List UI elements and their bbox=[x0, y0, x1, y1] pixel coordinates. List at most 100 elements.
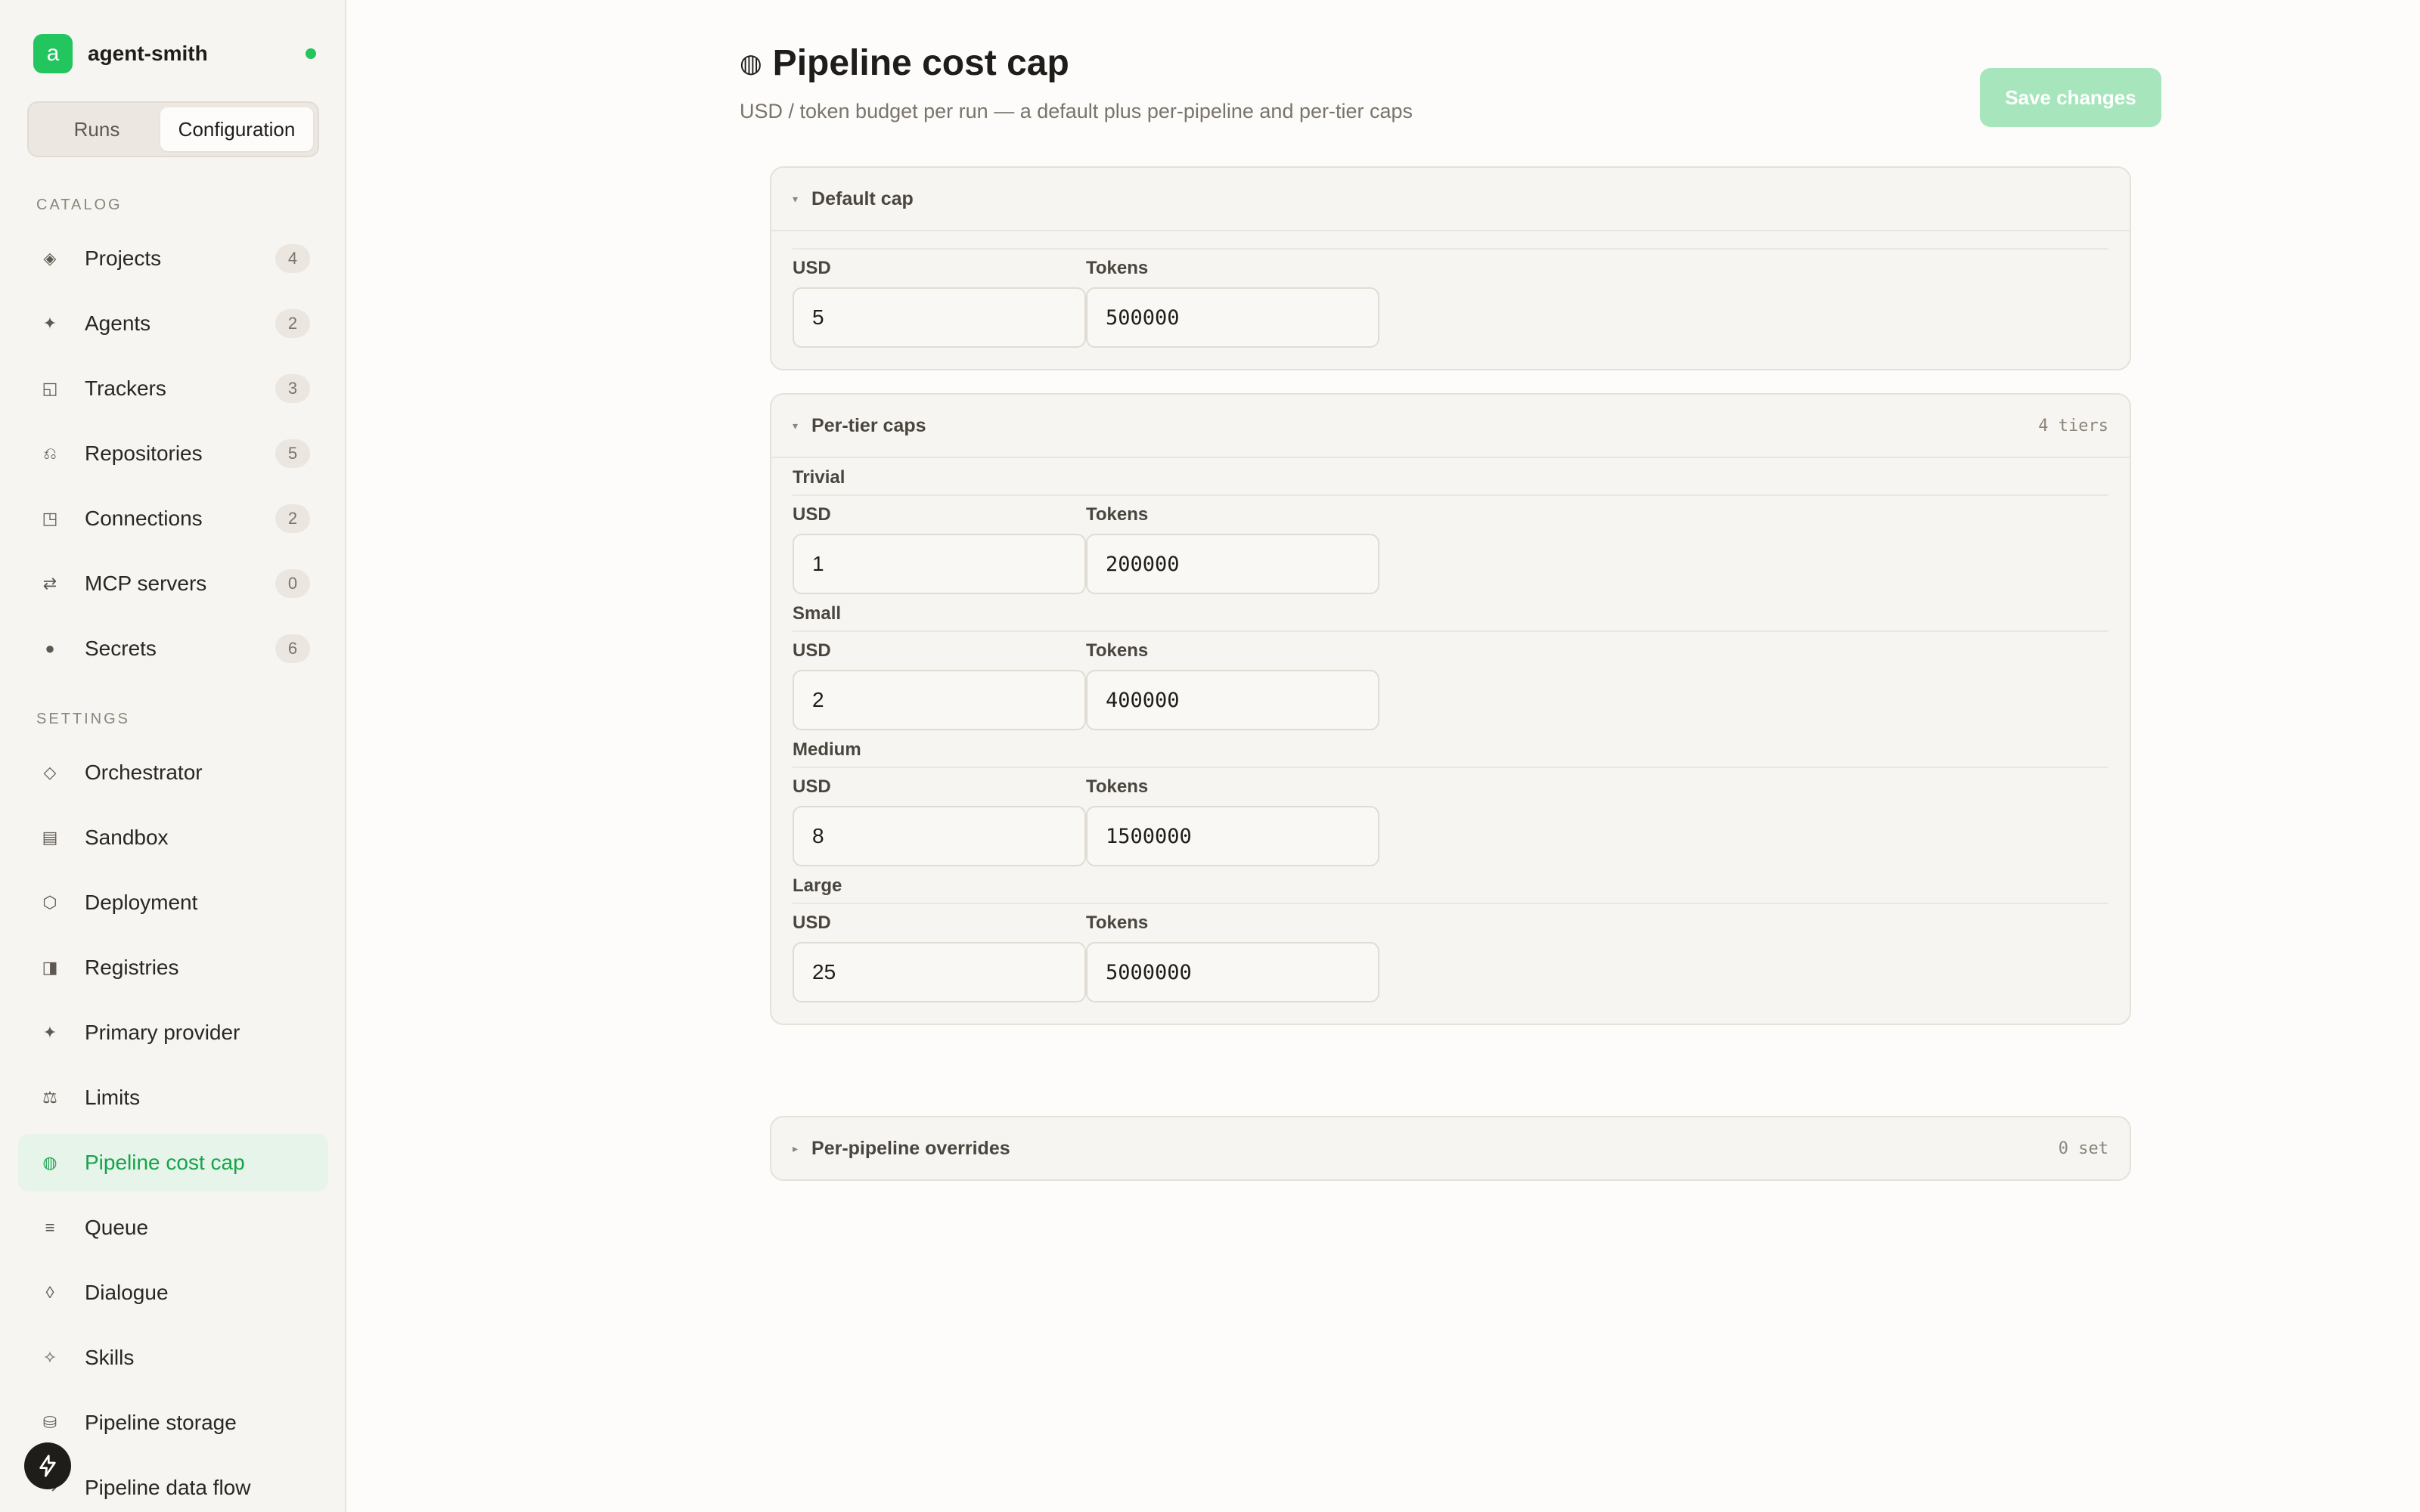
bolt-icon[interactable] bbox=[24, 1442, 71, 1489]
field-label: USD bbox=[793, 504, 831, 525]
sidebar-item-agents[interactable]: ✦ Agents 2 bbox=[18, 295, 328, 352]
trivial-usd-input[interactable] bbox=[793, 534, 1086, 594]
coin-icon: ◍ bbox=[740, 48, 762, 78]
sidebar-item-label: Registries bbox=[85, 956, 179, 979]
sidebar-item-label: Projects bbox=[85, 246, 162, 270]
tab-configuration[interactable]: Configuration bbox=[160, 107, 313, 151]
chevron-down-icon: ▾ bbox=[793, 419, 799, 432]
small-usd-input[interactable] bbox=[793, 670, 1086, 730]
sidebar-item-limits[interactable]: ⚖ Limits bbox=[18, 1069, 328, 1126]
default-cap-header[interactable]: ▾ Default cap bbox=[771, 168, 2130, 231]
sparkle-icon: ✦ bbox=[42, 314, 57, 333]
tier-label: Trivial bbox=[793, 458, 2108, 496]
view-switch: Runs Configuration bbox=[27, 101, 319, 157]
sidebar-item-label: Dialogue bbox=[85, 1281, 169, 1304]
sidebar-item-registries[interactable]: ◨ Registries bbox=[18, 939, 328, 996]
field-label: USD bbox=[793, 258, 831, 278]
sidebar-item-mcp-servers[interactable]: ⇄ MCP servers 0 bbox=[18, 555, 328, 612]
tier-caps-panel: ▾ Per-tier caps 4 tiers Trivial USD Toke… bbox=[770, 393, 2131, 1025]
field-label: Tokens bbox=[1086, 504, 1149, 525]
default-tokens-input[interactable] bbox=[1086, 287, 1379, 348]
save-button[interactable]: Save changes bbox=[1980, 68, 2161, 127]
main-content: ◍ Pipeline cost cap USD / token budget p… bbox=[346, 0, 2420, 1512]
arrows-icon: ⇄ bbox=[42, 574, 57, 593]
workspace-name: agent-smith bbox=[88, 42, 208, 65]
sidebar-item-pipeline-storage[interactable]: ⛁ Pipeline storage bbox=[18, 1394, 328, 1452]
sidebar-item-label: Queue bbox=[85, 1216, 149, 1239]
tier-count: 4 tiers bbox=[2038, 416, 2108, 435]
trivial-tokens-input[interactable] bbox=[1086, 534, 1379, 594]
tab-runs[interactable]: Runs bbox=[33, 107, 160, 151]
tokens-field: Tokens bbox=[1086, 904, 1379, 1002]
scale-icon: ⚖ bbox=[42, 1088, 57, 1107]
usd-field: USD bbox=[793, 904, 1086, 1002]
online-status-dot bbox=[306, 48, 316, 59]
tokens-field: Tokens bbox=[1086, 632, 1379, 730]
count-badge: 5 bbox=[275, 439, 310, 468]
default-cap-body: USD Tokens bbox=[771, 231, 2130, 369]
tier-caps-header[interactable]: ▾ Per-tier caps 4 tiers bbox=[771, 395, 2130, 458]
default-usd-input[interactable] bbox=[793, 287, 1086, 348]
sidebar-item-secrets[interactable]: ● Secrets 6 bbox=[18, 620, 328, 677]
page-title: Pipeline cost cap bbox=[772, 43, 1069, 83]
panel-title: Per-pipeline overrides bbox=[811, 1137, 1010, 1159]
sidebar-item-label: Trackers bbox=[85, 376, 166, 400]
large-tokens-input[interactable] bbox=[1086, 942, 1379, 1002]
default-cap-panel: ▾ Default cap USD Tokens bbox=[770, 166, 2131, 370]
field-row: USD Tokens bbox=[793, 904, 2108, 1002]
panel-title: Default cap bbox=[811, 187, 914, 209]
sidebar-item-projects[interactable]: ◈ Projects 4 bbox=[18, 230, 328, 287]
workspace-switcher[interactable]: a agent-smith bbox=[33, 33, 321, 74]
sidebar-item-label: Repositories bbox=[85, 442, 203, 465]
sparkle-icon: ✦ bbox=[42, 1023, 57, 1042]
count-badge: 4 bbox=[275, 244, 310, 273]
field-label: USD bbox=[793, 640, 831, 661]
sidebar-item-sandbox[interactable]: ▤ Sandbox bbox=[18, 809, 328, 866]
overrides-header[interactable]: ▸ Per-pipeline overrides 0 set bbox=[771, 1117, 2130, 1179]
tokens-field: Tokens bbox=[1086, 496, 1379, 594]
sidebar-item-skills[interactable]: ✧ Skills bbox=[18, 1329, 328, 1387]
field-label: Tokens bbox=[1086, 640, 1149, 661]
page-header: ◍ Pipeline cost cap bbox=[740, 42, 1069, 84]
registry-icon: ◨ bbox=[42, 958, 58, 977]
sidebar-item-label: Orchestrator bbox=[85, 761, 203, 784]
sidebar-item-label: MCP servers bbox=[85, 572, 207, 595]
count-badge: 0 bbox=[275, 569, 310, 598]
sidebar-item-primary-provider[interactable]: ✦ Primary provider bbox=[18, 1004, 328, 1061]
field-row: USD Tokens bbox=[793, 496, 2108, 594]
sidebar-item-trackers[interactable]: ◱ Trackers 3 bbox=[18, 360, 328, 417]
drop-icon: ◊ bbox=[45, 1283, 54, 1302]
field-row: USD Tokens bbox=[793, 632, 2108, 730]
sidebar-item-label: Primary provider bbox=[85, 1021, 240, 1044]
field-label: Tokens bbox=[1086, 912, 1149, 933]
sidebar-item-queue[interactable]: ≡ Queue bbox=[18, 1199, 328, 1256]
tokens-field: Tokens bbox=[1086, 249, 1379, 348]
tier-label: Medium bbox=[793, 730, 2108, 768]
sidebar-item-label: Pipeline data flow bbox=[85, 1476, 251, 1499]
divider bbox=[793, 231, 2108, 249]
coin-icon: ◍ bbox=[42, 1153, 57, 1172]
sidebar-item-dialogue[interactable]: ◊ Dialogue bbox=[18, 1264, 328, 1321]
sidebar-item-deployment[interactable]: ⬡ Deployment bbox=[18, 874, 328, 931]
tier-label: Large bbox=[793, 866, 2108, 904]
chevron-down-icon: ▾ bbox=[793, 192, 799, 205]
sidebar-item-label: Skills bbox=[85, 1346, 135, 1369]
key-icon: ● bbox=[45, 639, 55, 658]
field-label: USD bbox=[793, 776, 831, 797]
field-label: USD bbox=[793, 912, 831, 933]
medium-tokens-input[interactable] bbox=[1086, 806, 1379, 866]
sidebar: a agent-smith Runs Configuration CATALOG… bbox=[0, 0, 346, 1512]
sidebar-item-orchestrator[interactable]: ◇ Orchestrator bbox=[18, 744, 328, 801]
sidebar-item-label: Sandbox bbox=[85, 826, 169, 849]
hexagon-icon: ⬡ bbox=[42, 893, 57, 912]
large-usd-input[interactable] bbox=[793, 942, 1086, 1002]
count-badge: 2 bbox=[275, 309, 310, 338]
field-label: Tokens bbox=[1086, 776, 1149, 797]
workspace-avatar: a bbox=[33, 34, 73, 73]
list-icon: ≡ bbox=[45, 1218, 55, 1237]
sidebar-item-pipeline-cost-cap[interactable]: ◍ Pipeline cost cap bbox=[18, 1134, 328, 1191]
small-tokens-input[interactable] bbox=[1086, 670, 1379, 730]
sidebar-item-repositories[interactable]: ⎌ Repositories 5 bbox=[18, 425, 328, 482]
sidebar-item-connections[interactable]: ◳ Connections 2 bbox=[18, 490, 328, 547]
medium-usd-input[interactable] bbox=[793, 806, 1086, 866]
